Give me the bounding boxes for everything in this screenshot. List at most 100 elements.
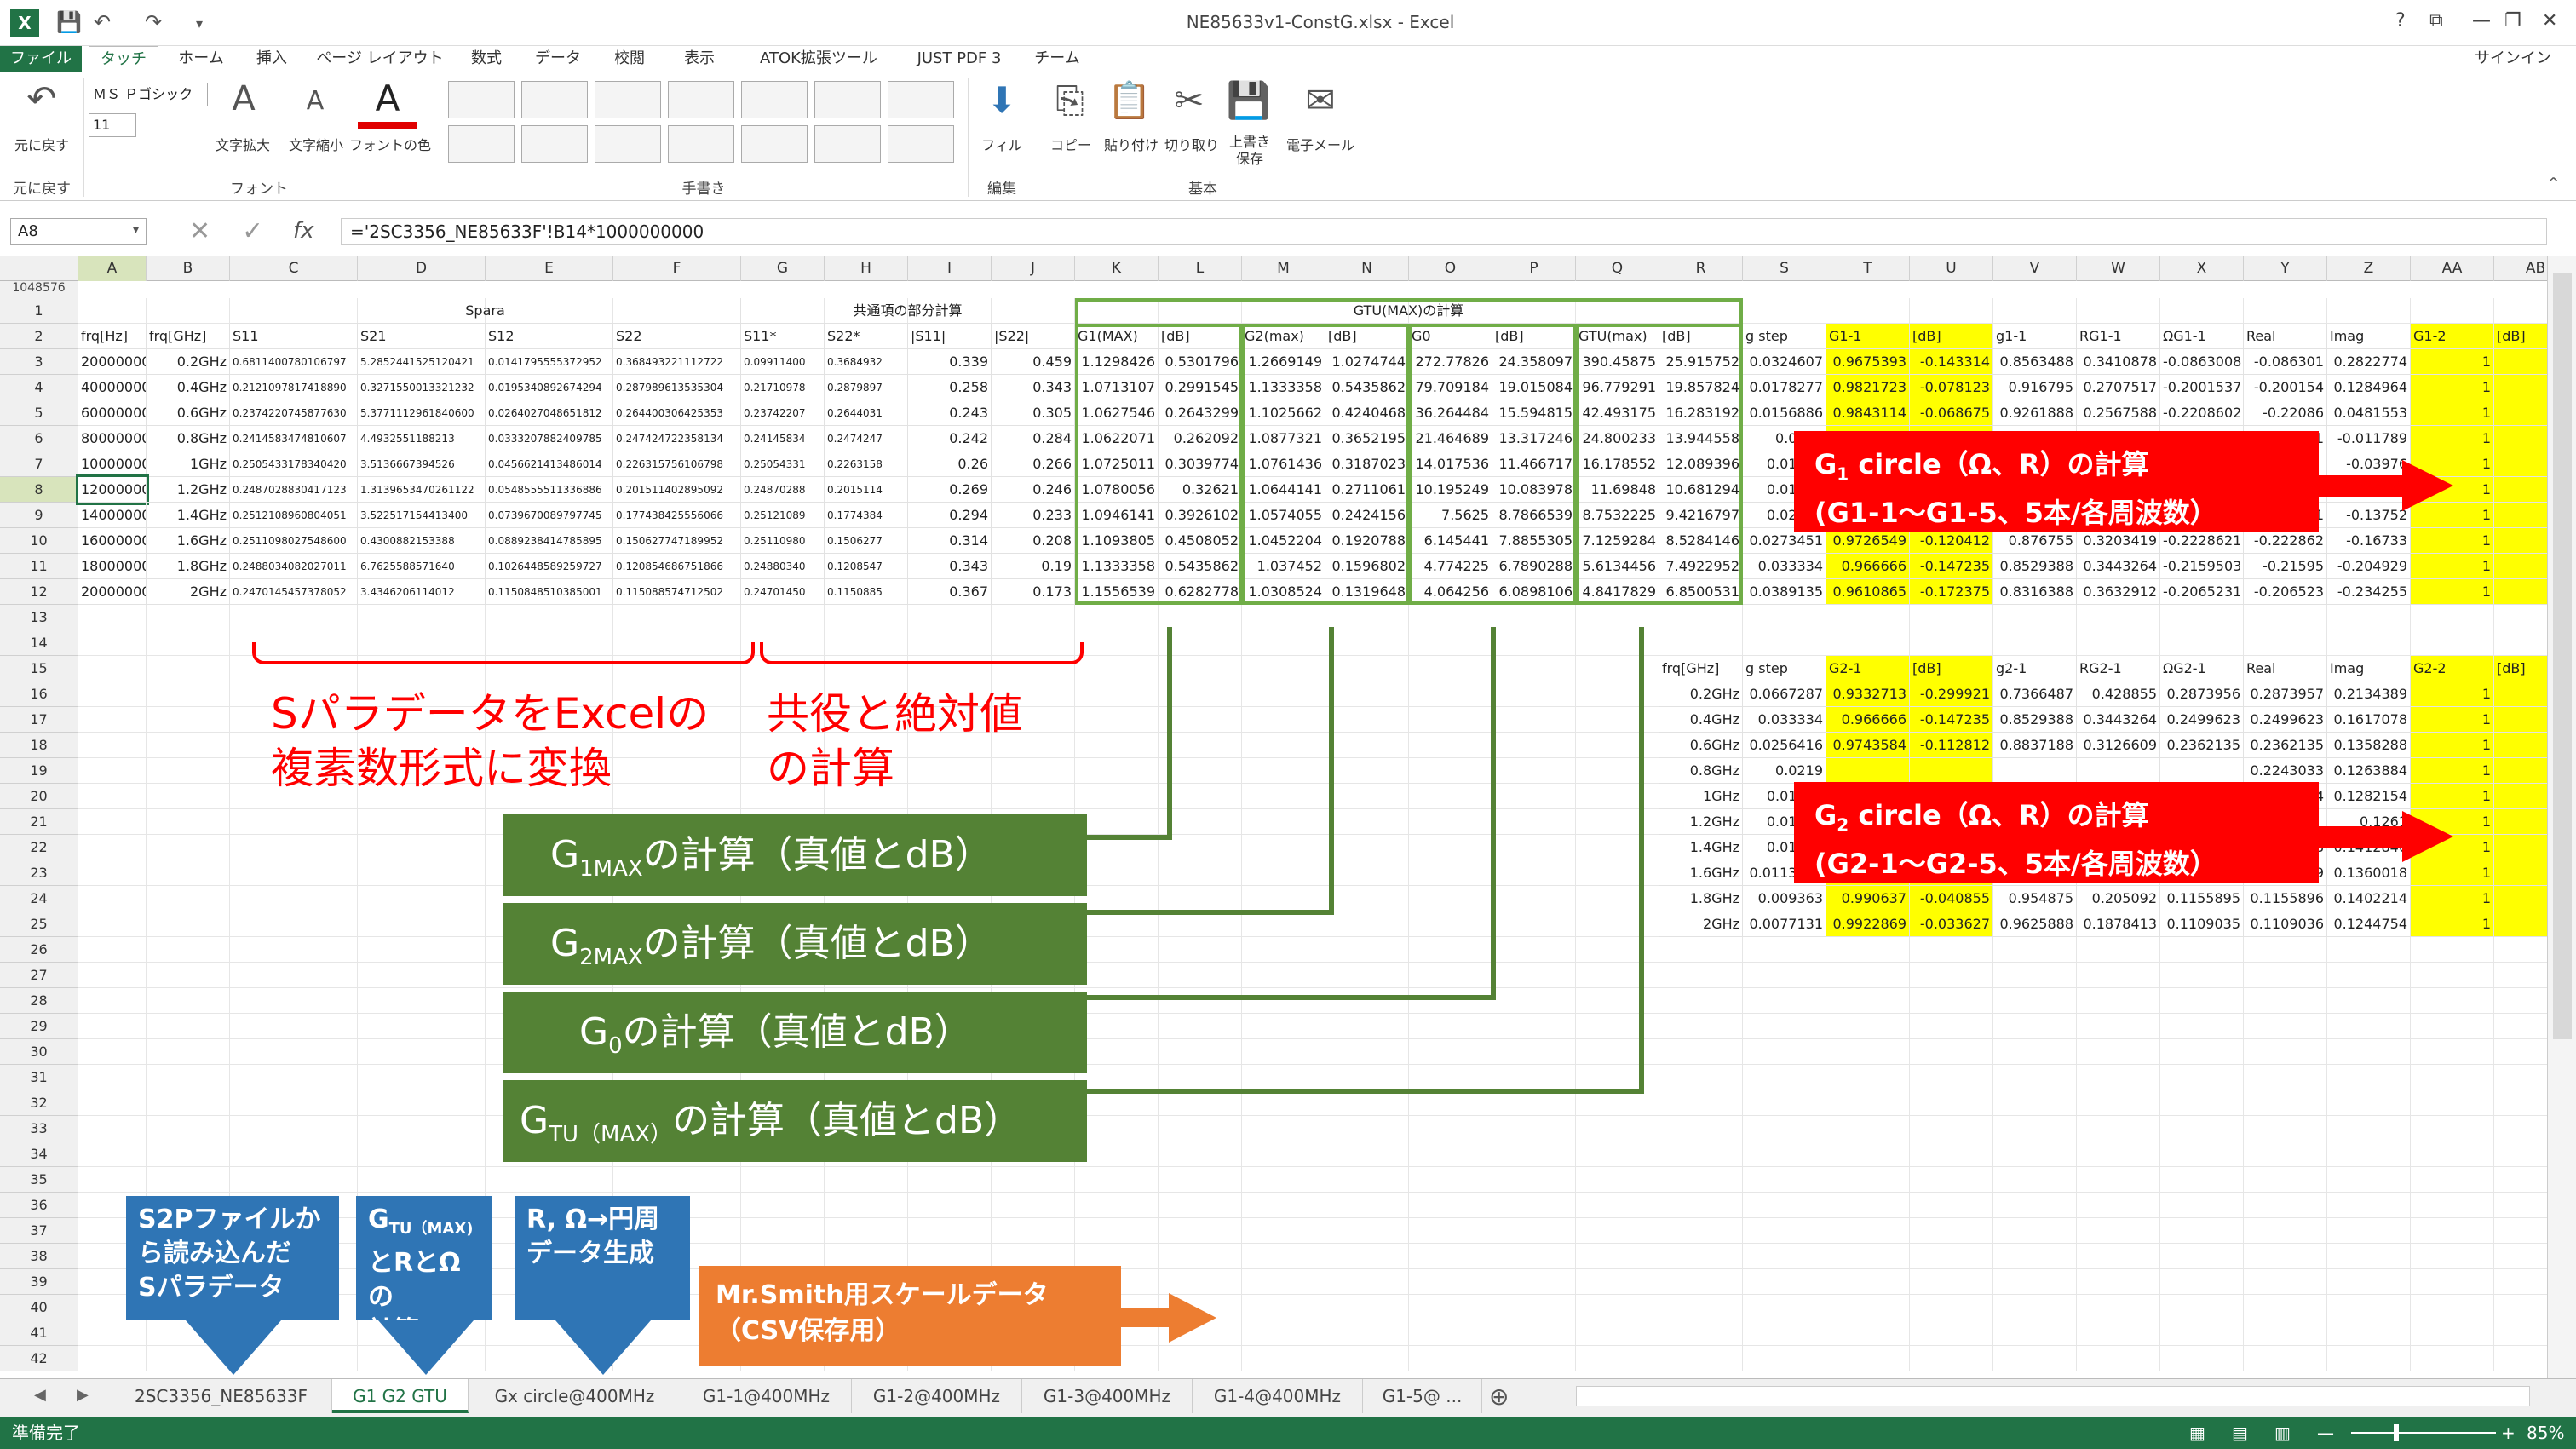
data-cell[interactable]: 0.266 — [992, 451, 1075, 477]
data-cell[interactable]: 0.2474247 — [825, 426, 908, 451]
pen-style-1[interactable] — [448, 81, 515, 118]
vertical-scroll-thumb[interactable] — [2553, 273, 2572, 1039]
data-cell[interactable]: 0.3684932 — [825, 349, 908, 375]
g2-header-cell[interactable]: Real — [2244, 656, 2327, 681]
data-cell[interactable]: 0.233 — [992, 503, 1075, 528]
data-cell[interactable]: 0.2822774 — [2327, 349, 2411, 375]
data-cell[interactable]: -0.16733 — [2327, 528, 2411, 554]
g2-data-cell[interactable] — [1826, 758, 1910, 784]
column-header-y[interactable]: Y — [2244, 256, 2327, 281]
data-cell[interactable]: 0.173 — [992, 579, 1075, 605]
row-header-6[interactable]: 6 — [0, 426, 78, 451]
save-icon[interactable]: 💾 — [56, 10, 82, 34]
data-cell[interactable]: 0.201511402895092 — [613, 477, 741, 503]
column-header-j[interactable]: J — [992, 256, 1075, 281]
g2-data-cell[interactable]: 0.2362135 — [2160, 733, 2244, 758]
g2-data-cell[interactable] — [2160, 758, 2244, 784]
row-header-11[interactable]: 11 — [0, 554, 78, 579]
data-cell[interactable]: 5.2852441525120421 — [358, 349, 486, 375]
data-cell[interactable]: 0.264400306425353 — [613, 400, 741, 426]
data-cell[interactable]: 0.115088574712502 — [613, 579, 741, 605]
row-header-18[interactable]: 18 — [0, 733, 78, 758]
data-cell[interactable]: 0.2374220745877630 — [230, 400, 358, 426]
pen-style-13[interactable] — [814, 125, 881, 163]
g2-2-cell[interactable]: 1 — [2411, 860, 2494, 886]
row-header-32[interactable]: 32 — [0, 1090, 78, 1116]
zoom-out-icon[interactable]: — — [2317, 1417, 2334, 1449]
data-cell[interactable]: 0.0889238414785895 — [486, 528, 613, 554]
g2-data-cell[interactable] — [1910, 758, 1993, 784]
g2-data-cell[interactable]: 0.0667287 — [1743, 681, 1826, 707]
data-cell[interactable]: 1.8GHz — [147, 554, 230, 579]
data-cell[interactable]: 2000000000 — [78, 579, 147, 605]
data-cell[interactable]: 0.4300882153388 — [358, 528, 486, 554]
data-cell[interactable]: 0.294 — [908, 503, 992, 528]
header-cell[interactable]: ΩG1-1 — [2160, 324, 2244, 349]
data-cell[interactable]: -0.13752 — [2327, 503, 2411, 528]
data-cell[interactable]: 0.0739670089797745 — [486, 503, 613, 528]
pen-style-10[interactable] — [595, 125, 661, 163]
row-header-30[interactable]: 30 — [0, 1039, 78, 1065]
g2-data-cell[interactable]: 0.9332713 — [1826, 681, 1910, 707]
g2-data-cell[interactable]: 0.1360018 — [2327, 860, 2411, 886]
redo-icon[interactable]: ↷ — [145, 10, 162, 34]
g2-data-cell[interactable]: 0.2499623 — [2160, 707, 2244, 733]
row-header-2[interactable]: 2 — [0, 324, 78, 349]
g1-2-cell[interactable]: 1 — [2411, 426, 2494, 451]
row-header-38[interactable]: 38 — [0, 1244, 78, 1269]
sheet-tab-2[interactable]: G1 G2 GTU — [332, 1379, 469, 1413]
data-cell[interactable]: 0.343 — [992, 375, 1075, 400]
horizontal-scrollbar[interactable] — [1576, 1386, 2530, 1406]
header-cell[interactable]: g1-1 — [1993, 324, 2077, 349]
data-cell[interactable]: 0.25054331 — [741, 451, 825, 477]
row-header-8[interactable]: 8 — [0, 477, 78, 503]
data-cell[interactable]: 0.2487028830417123 — [230, 477, 358, 503]
g2-data-cell[interactable]: 0.1244754 — [2327, 911, 2411, 937]
column-header-p[interactable]: P — [1492, 256, 1576, 281]
cut-icon[interactable]: ✂ — [1164, 79, 1215, 121]
row-header-22[interactable]: 22 — [0, 835, 78, 860]
tab-atok[interactable]: ATOK拡張ツール — [746, 46, 891, 72]
g2-header-cell[interactable]: frq[GHz] — [1659, 656, 1743, 681]
header-cell[interactable]: Real — [2244, 324, 2327, 349]
g2-2-cell[interactable]: 1 — [2411, 911, 2494, 937]
g2-data-cell[interactable]: 1.4GHz — [1659, 835, 1743, 860]
g2-data-cell[interactable]: 0.2499623 — [2244, 707, 2327, 733]
data-cell[interactable]: -0.204929 — [2327, 554, 2411, 579]
data-cell[interactable]: 0.3410878 — [2077, 349, 2160, 375]
row-header-20[interactable]: 20 — [0, 784, 78, 809]
column-header-k[interactable]: K — [1075, 256, 1159, 281]
g2-data-cell[interactable]: 0.9625888 — [1993, 911, 2077, 937]
normal-view-icon[interactable]: ▦ — [2189, 1417, 2205, 1449]
data-cell[interactable]: 800000000 — [78, 426, 147, 451]
row-header-25[interactable]: 25 — [0, 911, 78, 937]
close-icon[interactable]: ✕ — [2542, 10, 2557, 32]
g2-data-cell[interactable]: 0.1282154 — [2327, 784, 2411, 809]
g2-data-cell[interactable]: 0.4GHz — [1659, 707, 1743, 733]
g2-header-cell[interactable]: g step — [1743, 656, 1826, 681]
row-header-9[interactable]: 9 — [0, 503, 78, 528]
data-cell[interactable]: 0.24880340 — [741, 554, 825, 579]
data-cell[interactable]: 1600000000 — [78, 528, 147, 554]
g2-data-cell[interactable]: 0.8529388 — [1993, 707, 2077, 733]
data-cell[interactable]: 0.3632912 — [2077, 579, 2160, 605]
pen-style-9[interactable] — [521, 125, 588, 163]
data-cell[interactable]: 600000000 — [78, 400, 147, 426]
row-header-17[interactable]: 17 — [0, 707, 78, 733]
data-cell[interactable]: -0.22086 — [2244, 400, 2327, 426]
g2-data-cell[interactable]: 0.3126609 — [2077, 733, 2160, 758]
tab-view[interactable]: 表示 — [670, 46, 729, 72]
next-sheet-icon[interactable]: ▶ — [77, 1386, 89, 1404]
data-cell[interactable]: 0.26 — [908, 451, 992, 477]
g2-data-cell[interactable]: 0.2873956 — [2160, 681, 2244, 707]
data-cell[interactable]: 0.0481553 — [2327, 400, 2411, 426]
g1-2-cell[interactable]: 1 — [2411, 579, 2494, 605]
header-cell[interactable]: |S11| — [908, 324, 992, 349]
data-cell[interactable]: 0.0324607 — [1743, 349, 1826, 375]
g2-data-cell[interactable]: 0.009363 — [1743, 886, 1826, 911]
quick-access-dropdown-icon[interactable]: ▾ — [196, 15, 203, 32]
data-cell[interactable]: 0.24701450 — [741, 579, 825, 605]
data-cell[interactable]: 0.2263158 — [825, 451, 908, 477]
save-large-icon[interactable]: 💾 — [1223, 79, 1274, 122]
tab-touch[interactable]: タッチ — [89, 46, 158, 72]
